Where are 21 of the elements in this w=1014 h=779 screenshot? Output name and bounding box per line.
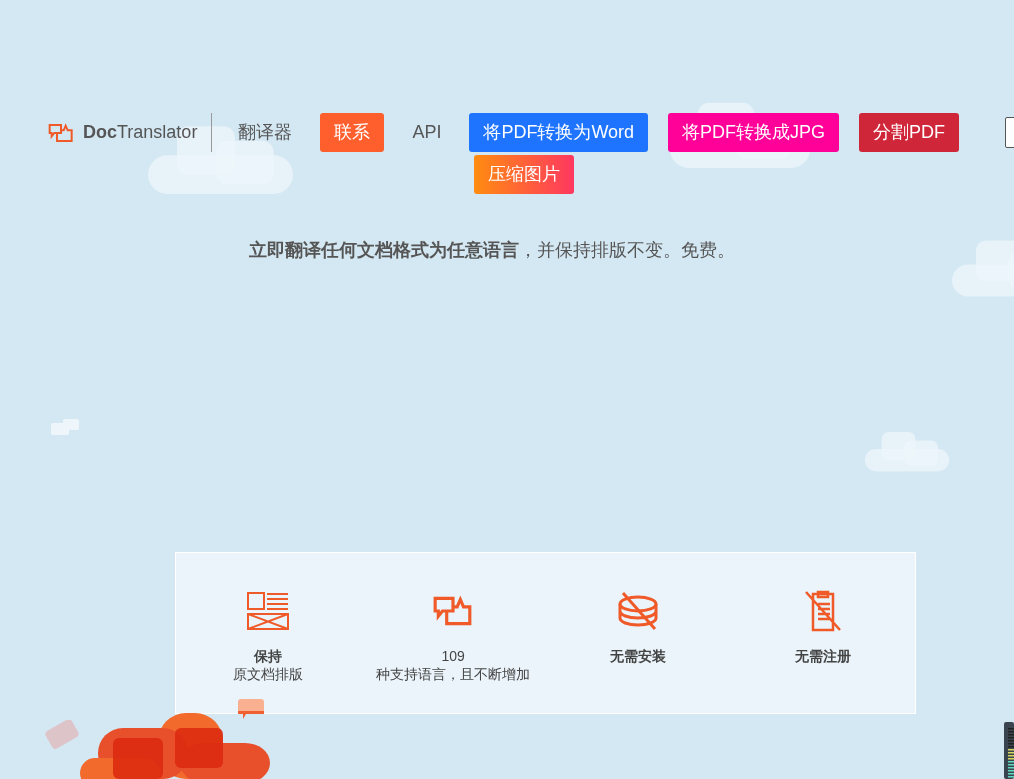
layout-icon <box>247 592 290 630</box>
nav-link[interactable]: API <box>404 115 450 150</box>
crossed-clipboard-icon <box>803 590 842 632</box>
feature-text: 保持 <box>254 647 283 665</box>
feature-text: 无需注册 <box>794 647 851 665</box>
feature-text: 原文档排版 <box>233 665 304 683</box>
feature-text: 109 <box>441 647 465 665</box>
nav-link[interactable]: 联系 <box>320 113 385 152</box>
nav-link[interactable]: 压缩图片 <box>474 155 575 194</box>
nav-link[interactable]: 将PDF转换成JPG <box>668 113 840 152</box>
feature-text: 种支持语言，且不断增加 <box>376 665 531 683</box>
feature-text: 无需安装 <box>609 647 666 665</box>
brand-name[interactable]: DocTranslator <box>83 119 198 146</box>
tagline: 立即翻译任何文档格式为任意语言，并保持排版不变。免费。 <box>248 239 736 262</box>
nav-link[interactable]: 分割PDF <box>859 113 960 152</box>
nav-link[interactable]: 翻译器 <box>230 115 301 150</box>
level-meter-drawing <box>1004 722 1014 779</box>
logo-icon <box>47 122 75 143</box>
nav-link[interactable]: 将PDF转换为Word <box>469 113 649 152</box>
speech-bubble-decoration <box>238 699 265 721</box>
crossed-coins-icon <box>616 591 659 631</box>
